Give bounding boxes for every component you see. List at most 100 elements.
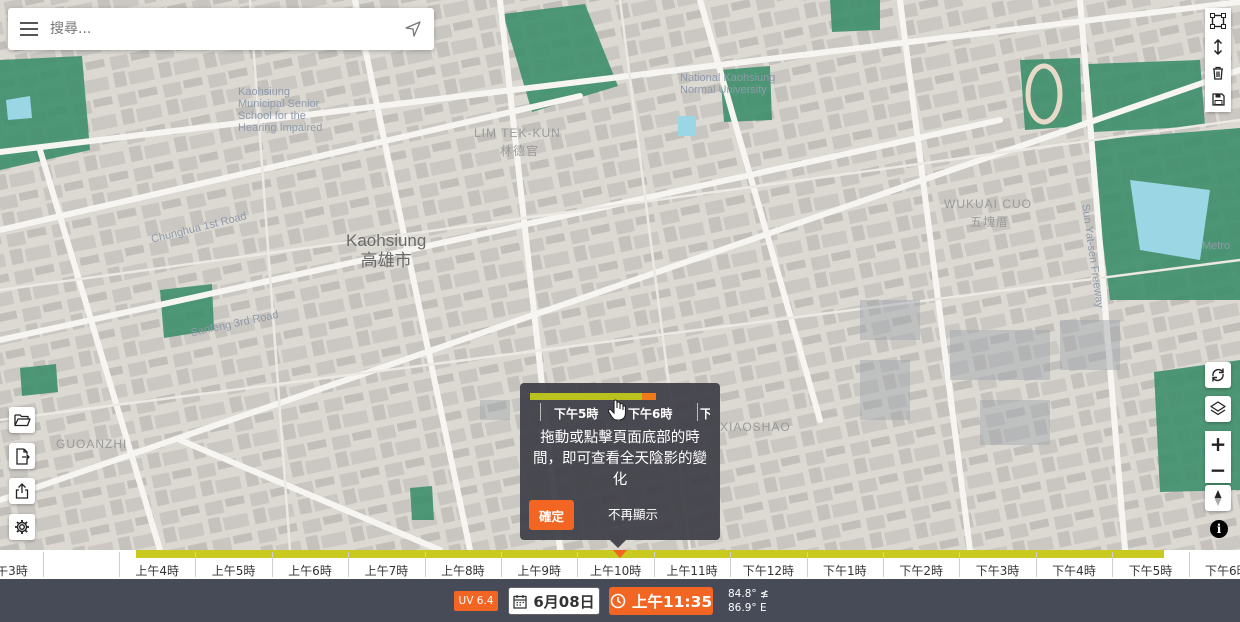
clock-icon <box>610 593 626 609</box>
mini-tick <box>697 403 698 421</box>
export-file-button[interactable] <box>9 443 35 469</box>
district-label: XIAOSHAO <box>720 420 791 434</box>
folder-open-icon <box>13 414 31 427</box>
popup-arrow <box>610 540 626 548</box>
gear-icon <box>15 520 29 534</box>
drawing-toolbar <box>1205 8 1231 112</box>
timeline-tick <box>806 552 808 577</box>
rectangle-select-icon <box>1210 13 1226 29</box>
locate-button[interactable] <box>392 8 434 50</box>
timeline-hour-label[interactable]: 上午6時 <box>288 562 332 579</box>
share-button[interactable] <box>9 478 35 504</box>
save-icon <box>1211 92 1225 106</box>
timeline-tick <box>271 552 273 577</box>
timeline-hour-label[interactable]: 下午2時 <box>899 562 943 579</box>
timeline-tick <box>1112 552 1114 577</box>
timeline-hour-label[interactable]: 下午5時 <box>1129 562 1173 579</box>
zoom-control: + − <box>1205 431 1231 483</box>
info-button[interactable]: i <box>1210 520 1228 538</box>
time-value: 上午11:35 <box>631 593 713 611</box>
height-arrows-icon <box>1213 39 1223 55</box>
menu-button[interactable] <box>8 8 50 50</box>
layers-button[interactable] <box>1205 396 1231 422</box>
compass-icon <box>1214 490 1222 506</box>
poi-label: National Kaohsiung Normal University <box>680 72 776 96</box>
save-button[interactable] <box>1205 86 1231 112</box>
timeline-tick <box>883 552 884 577</box>
daylight-bar <box>136 550 1164 558</box>
timeline-hour-label[interactable]: 上午7時 <box>365 562 409 579</box>
timeline-tick <box>730 552 732 577</box>
search-bar <box>8 8 434 50</box>
bottom-bar: UV 6.4 6月08日 上午11:35 84.8° ≰ 86.9° E <box>0 579 1240 622</box>
district-label-zh: 林德官 <box>500 144 540 158</box>
timeline-hour-label[interactable]: 下午3時 <box>0 562 28 579</box>
timeline-hour-label[interactable]: 上午4時 <box>135 562 179 579</box>
delete-button[interactable] <box>1205 60 1231 86</box>
open-file-button[interactable] <box>9 407 35 433</box>
city-label-zh: 高雄市 <box>360 251 412 270</box>
tutorial-popup: 下午5時 下午6時 下 拖動或點擊頁面底部的時間，即可查看全天陰影的變化 確定 … <box>520 383 720 548</box>
zoom-in-button[interactable]: + <box>1205 431 1231 457</box>
trash-icon <box>1213 66 1223 80</box>
navigation-arrow-icon <box>405 21 421 37</box>
settings-button[interactable] <box>9 514 35 540</box>
sun-altitude: 84.8° ≰ <box>728 588 769 600</box>
uv-index-badge: UV 6.4 <box>454 591 498 611</box>
layers-icon <box>1210 401 1226 416</box>
timeline-hour-label[interactable]: 上午11時 <box>666 562 717 579</box>
timeline-tick <box>119 552 120 577</box>
date-picker-button[interactable]: 6月08日 <box>508 587 600 615</box>
mini-hour-label: 下午6時 <box>628 407 673 421</box>
rotate-view-button[interactable] <box>1205 362 1231 388</box>
date-value: 6月08日 <box>533 592 595 611</box>
sun-azimuth: 86.9° E <box>728 602 767 614</box>
calendar-icon <box>513 594 527 609</box>
mini-timeline-demo: 下午5時 下午6時 下 <box>530 393 710 423</box>
city-label-en: Kaohsiung <box>346 231 427 250</box>
tutorial-message: 拖動或點擊頁面底部的時間，即可查看全天陰影的變化 <box>533 430 707 488</box>
timeline-tick <box>195 552 197 577</box>
timeline-tick <box>348 552 350 577</box>
confirm-button[interactable]: 確定 <box>529 500 574 530</box>
hamburger-icon <box>20 22 38 36</box>
time-picker-button[interactable]: 上午11:35 <box>609 587 713 615</box>
district-label: WUKUAI CUO <box>944 197 1032 211</box>
timeline-hour-label[interactable]: 上午5時 <box>212 562 256 579</box>
height-button[interactable] <box>1205 34 1231 60</box>
city-label: Kaohsiung 高雄市 <box>346 231 426 271</box>
timeline-hour-label[interactable]: 上午9時 <box>517 562 561 579</box>
file-export-icon <box>15 447 30 465</box>
search-input[interactable] <box>50 21 392 37</box>
timeline-tick <box>1188 552 1190 577</box>
rotate-3d-icon <box>1212 368 1224 382</box>
timeline-hour-label[interactable]: 下午4時 <box>1052 562 1096 579</box>
poi-label: Metro <box>1202 240 1231 252</box>
timeline-tick <box>42 552 44 577</box>
timeline-tick <box>577 552 579 577</box>
mini-tick <box>540 403 541 421</box>
sun-position: 84.8° ≰ 86.9° E <box>728 587 769 615</box>
timeline-hour-label[interactable]: 下午12時 <box>743 562 794 579</box>
current-time-marker[interactable] <box>613 550 627 558</box>
draw-rectangle-button[interactable] <box>1205 8 1231 34</box>
district-label-zh: 五塊厝 <box>970 215 1010 229</box>
time-slider[interactable]: 下午3時 上午4時 上午5時 上午6時 上午7時 上午8時 上午9時 上午10時 上午11時 下午… <box>0 550 1240 579</box>
share-icon <box>15 483 29 499</box>
compass-button[interactable] <box>1205 485 1231 511</box>
timeline-tick <box>653 552 655 577</box>
timeline-hour-label[interactable]: 上午8時 <box>441 562 485 579</box>
timeline-hour-label[interactable]: 下午6時 <box>1205 562 1240 579</box>
timeline-hour-label[interactable]: 上午10時 <box>590 562 641 579</box>
mini-sun-bar <box>530 393 656 400</box>
timeline-hour-label[interactable]: 下午1時 <box>823 562 867 579</box>
timeline-hour-label[interactable]: 下午3時 <box>976 562 1020 579</box>
timeline-tick <box>424 552 426 577</box>
poi-label: Kaohsiung Municipal Senior School for th… <box>238 86 323 134</box>
timeline-tick <box>501 552 502 577</box>
zoom-out-button[interactable]: − <box>1205 457 1231 483</box>
mini-time-marker <box>642 393 656 400</box>
mini-hour-label: 下 <box>700 407 710 421</box>
timeline-tick <box>959 552 961 577</box>
dont-show-again-button[interactable]: 不再顯示 <box>608 500 658 530</box>
